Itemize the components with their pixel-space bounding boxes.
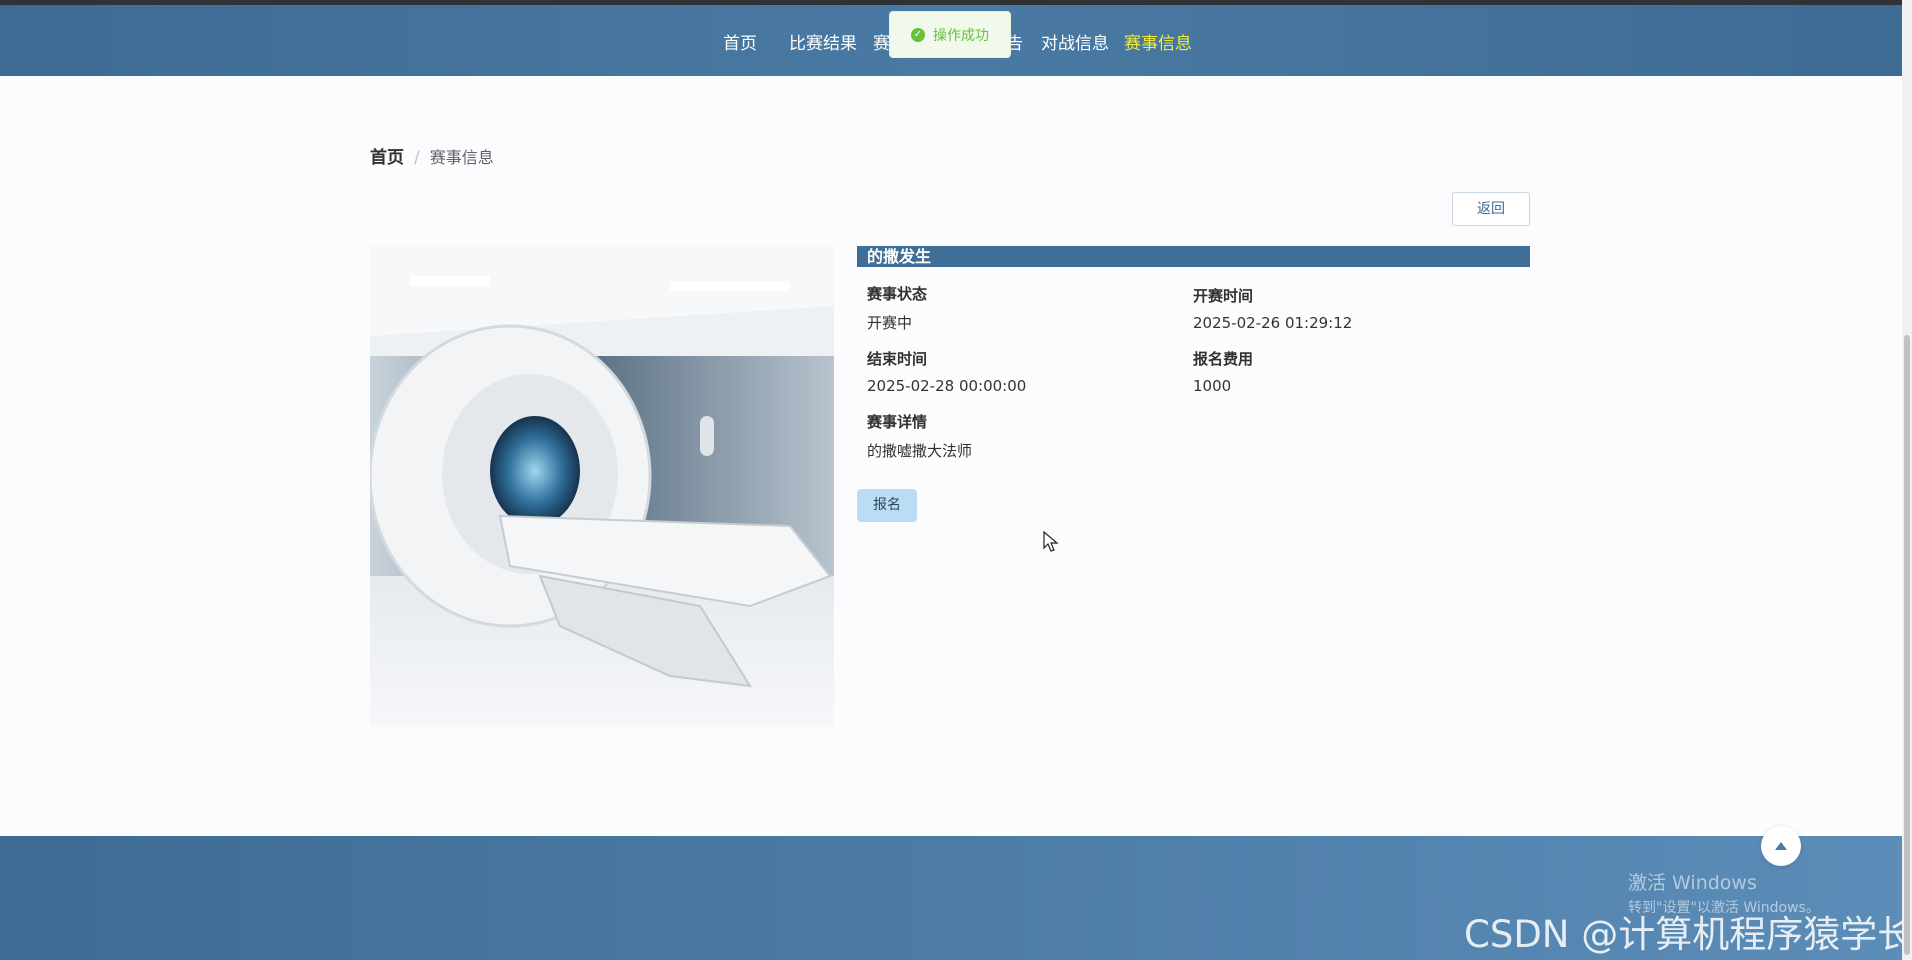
toast-message: 操作成功 (933, 27, 989, 44)
nav-item-home[interactable]: 首页 (723, 29, 757, 54)
field-end-time-value: 2025-02-28 00:00:00 (867, 377, 1027, 395)
field-details-label: 赛事详情 (867, 413, 928, 431)
scrollbar-thumb[interactable] (1904, 335, 1910, 955)
field-fee-value: 1000 (1193, 377, 1232, 395)
field-end-time-label: 结束时间 (867, 350, 928, 368)
field-fee: 报名费用 1000 (1193, 348, 1253, 395)
breadcrumb-current: 赛事信息 (429, 148, 494, 167)
event-image (370, 246, 834, 726)
field-details: 赛事详情 的撒嘘撒大法师 (867, 411, 972, 461)
back-button[interactable]: 返回 (1452, 192, 1530, 226)
scroll-to-top-button[interactable] (1761, 826, 1801, 866)
nav-item-match-results[interactable]: 比赛结果 (789, 29, 857, 54)
nav-item-partial[interactable]: 赛 (873, 29, 890, 54)
nav-item-event-info[interactable]: 赛事信息 (1124, 29, 1192, 54)
event-title: 的撒发生 (857, 246, 1530, 267)
activation-line1: 激活 Windows (1628, 872, 1757, 894)
field-start-time-value: 2025-02-26 01:29:12 (1193, 314, 1353, 332)
field-details-value: 的撒嘘撒大法师 (867, 442, 973, 460)
csdn-watermark: CSDN @计算机程序猿学长 (1464, 913, 1912, 956)
mouse-cursor-icon (1043, 531, 1059, 552)
field-start-time: 开赛时间 2025-02-26 01:29:12 (1193, 285, 1352, 332)
success-toast: ✓ 操作成功 (889, 11, 1011, 58)
field-status-label: 赛事状态 (867, 285, 928, 303)
caret-up-icon (1775, 842, 1787, 850)
field-end-time: 结束时间 2025-02-28 00:00:00 (867, 348, 1026, 395)
breadcrumb-home[interactable]: 首页 (370, 148, 404, 168)
field-status: 赛事状态 开赛中 (867, 283, 927, 333)
field-fee-label: 报名费用 (1193, 350, 1254, 368)
field-start-time-label: 开赛时间 (1193, 287, 1254, 305)
nav-item-battle-info[interactable]: 对战信息 (1041, 29, 1109, 54)
check-circle-icon: ✓ (911, 27, 925, 42)
signup-button[interactable]: 报名 (857, 489, 917, 522)
field-status-value: 开赛中 (867, 314, 913, 332)
breadcrumb-separator: / (414, 148, 420, 168)
breadcrumb: 首页 / 赛事信息 (370, 143, 494, 168)
